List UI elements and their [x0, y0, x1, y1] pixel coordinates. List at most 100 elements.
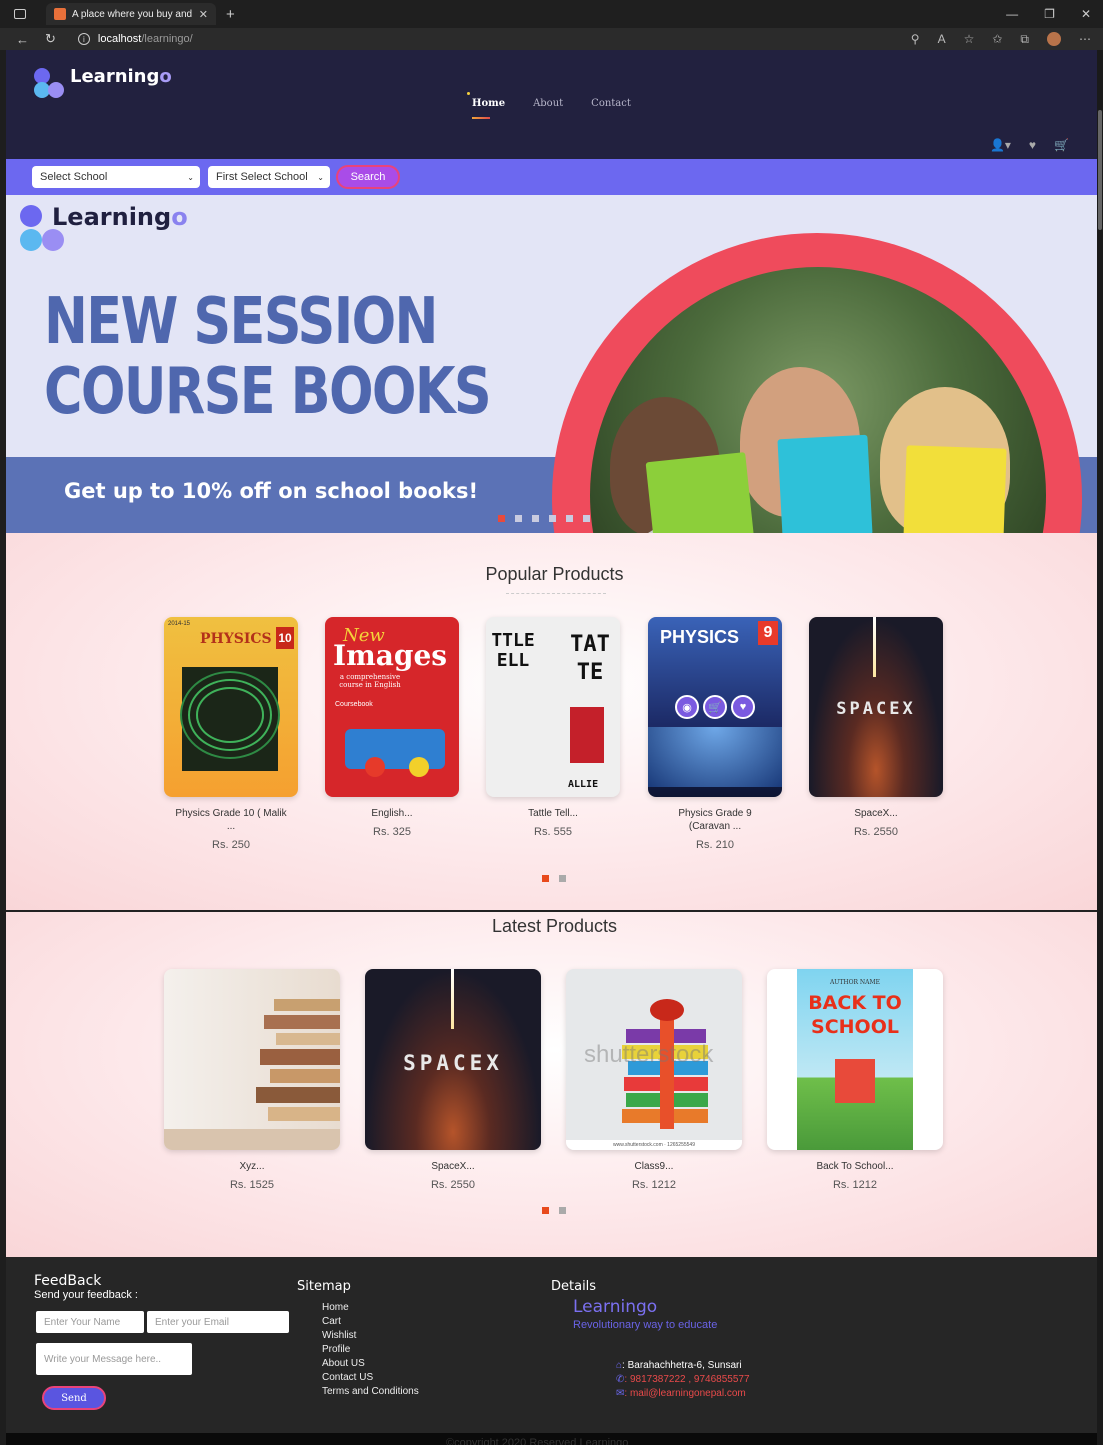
product-card[interactable]: SPACEX SpaceX... Rs. 2550 — [809, 617, 943, 838]
nav-contact[interactable]: Contact — [591, 98, 631, 109]
back-icon[interactable]: ← — [16, 32, 29, 47]
slider-dot[interactable] — [583, 515, 590, 522]
scrollbar-thumb[interactable] — [1098, 110, 1102, 230]
logo-dots-icon — [20, 205, 68, 251]
hero-slider-dots — [498, 515, 590, 522]
address-bar: ← ↻ i localhost/learningo/ ⚲ A ☆ ✩ ⧉ ⋯ — [0, 28, 1103, 50]
hero-promo-text: Get up to 10% off on school books! — [64, 479, 479, 503]
latest-slider-dots — [542, 1207, 566, 1214]
add-to-wishlist-heart-icon[interactable]: ♥ — [731, 695, 755, 719]
latest-products-title: Latest Products — [491, 916, 618, 936]
read-aloud-icon[interactable]: A — [938, 32, 946, 46]
watermark: shutterstock — [584, 1041, 714, 1068]
product-price: Rs. 555 — [534, 826, 572, 838]
cart-icon[interactable]: 🛒 — [1054, 138, 1069, 152]
product-card[interactable]: SPACEX SpaceX... Rs. 2550 — [365, 969, 541, 1191]
new-tab-icon[interactable]: + — [226, 6, 235, 23]
product-name: English... — [371, 808, 413, 819]
page-scrollbar[interactable] — [1097, 50, 1103, 1445]
feedback-email-input[interactable]: Enter your Email — [147, 1311, 289, 1333]
product-image[interactable]: SPACEX — [809, 617, 943, 797]
email-text[interactable]: : mail@learningonepal.com — [624, 1388, 745, 1399]
popular-products-title: Popular Products — [485, 564, 624, 584]
nav-about[interactable]: About — [533, 98, 563, 109]
brand-name-o: o — [159, 66, 172, 87]
slider-dot[interactable] — [549, 515, 556, 522]
product-card[interactable]: shutterstock www.shutterstock.com · 1265… — [566, 969, 742, 1191]
product-image[interactable] — [164, 969, 340, 1150]
sitemap-list: Home Cart Wishlist Profile About US Cont… — [322, 1301, 419, 1399]
slider-dot[interactable] — [498, 515, 505, 522]
brand-name: Learning — [70, 66, 160, 87]
close-tab-icon[interactable]: ✕ — [199, 8, 208, 21]
more-icon[interactable]: ⋯ — [1079, 32, 1091, 46]
product-image[interactable]: SPACEX — [365, 969, 541, 1150]
feedback-send-button[interactable]: Send — [42, 1386, 106, 1410]
slider-dot[interactable] — [532, 515, 539, 522]
slider-dot[interactable] — [559, 875, 566, 882]
nav-home[interactable]: Home — [466, 92, 505, 119]
minimize-icon[interactable]: — — [1006, 7, 1018, 21]
product-image[interactable]: TTLE ELL TAT TE ALLIE — [486, 617, 620, 797]
class-select[interactable]: First Select School ⌄ — [208, 166, 330, 188]
school-select-value: Select School — [40, 171, 108, 183]
watermark-url: www.shutterstock.com · 1265255549 — [566, 1140, 742, 1150]
sitemap-link-home[interactable]: Home — [322, 1301, 419, 1315]
cover-year: 2014-15 — [168, 621, 191, 627]
product-image[interactable]: New Images a comprehensive course in Eng… — [325, 617, 459, 797]
favorite-star-icon[interactable]: ☆ — [964, 32, 975, 46]
wishlist-heart-icon[interactable]: ♥ — [1029, 138, 1036, 152]
sitemap-link-contact[interactable]: Contact US — [322, 1371, 419, 1385]
product-card[interactable]: 2014-15 PHYSICS 10 Physics Grade 10 ( Ma… — [164, 617, 298, 851]
slider-dot[interactable] — [566, 515, 573, 522]
sitemap-link-cart[interactable]: Cart — [322, 1315, 419, 1329]
product-name: Physics Grade 9 (Caravan ... — [678, 808, 752, 832]
collections-icon[interactable]: ⧉ — [1020, 32, 1029, 47]
slider-dot[interactable] — [559, 1207, 566, 1214]
sitemap-link-profile[interactable]: Profile — [322, 1343, 419, 1357]
school-select[interactable]: Select School ⌄ — [32, 166, 200, 188]
latest-products-section: Latest Products Xyz... Rs. 1525 SPACEX S… — [6, 912, 1103, 1257]
product-price: Rs. 2550 — [430, 1179, 476, 1191]
slider-dot[interactable] — [542, 875, 549, 882]
copyright-text: ©copyright 2020 Reserved Learningo — [446, 1437, 629, 1445]
phone-text[interactable]: : 9817387222 , 9746855577 — [624, 1374, 749, 1385]
hero-banner[interactable]: Learningo NEW SESSION COURSE BOOKS Get u… — [6, 195, 1103, 533]
product-image[interactable]: shutterstock www.shutterstock.com · 1265… — [566, 969, 742, 1150]
restore-icon[interactable]: ❐ — [1044, 7, 1055, 21]
site-logo[interactable]: Learningo — [34, 64, 172, 100]
sitemap-link-terms[interactable]: Terms and Conditions — [322, 1385, 419, 1399]
key-icon[interactable]: ⚲ — [911, 32, 920, 46]
sitemap-link-wishlist[interactable]: Wishlist — [322, 1329, 419, 1343]
product-image[interactable]: AUTHOR NAME BACK TO SCHOOL — [767, 969, 943, 1150]
url-field[interactable]: i localhost/learningo/ — [77, 33, 193, 45]
product-card[interactable]: AUTHOR NAME BACK TO SCHOOL Back To School… — [767, 969, 943, 1191]
cover-title: PHYSICS — [200, 631, 272, 647]
product-image[interactable]: 2014-15 PHYSICS 10 — [164, 617, 298, 797]
quick-view-eye-icon[interactable]: ◉ — [675, 695, 699, 719]
window-menu-icon[interactable] — [14, 9, 26, 19]
page: Learningo Home About Contact 👤▾ ♥ 🛒 Sele… — [6, 50, 1103, 1445]
sitemap-link-about[interactable]: About US — [322, 1357, 419, 1371]
search-button[interactable]: Search — [336, 165, 400, 189]
feedback-name-input[interactable]: Enter Your Name — [36, 1311, 144, 1333]
slider-dot[interactable] — [542, 1207, 549, 1214]
product-image[interactable]: PHYSICS 9 ◉ 🛒 ♥ — [648, 617, 782, 797]
site-info-icon[interactable]: i — [77, 33, 90, 45]
product-card[interactable]: PHYSICS 9 ◉ 🛒 ♥ Physics Grade 9 (Caravan … — [648, 617, 782, 851]
product-card[interactable]: Xyz... Rs. 1525 — [164, 969, 340, 1191]
profile-avatar[interactable] — [1047, 32, 1061, 46]
close-window-icon[interactable]: ✕ — [1081, 7, 1091, 21]
product-name: SpaceX... — [431, 1161, 475, 1172]
refresh-icon[interactable]: ↻ — [45, 31, 56, 47]
browser-tab[interactable]: A place where you buy and learn ✕ — [46, 3, 216, 25]
add-to-cart-icon[interactable]: 🛒 — [703, 695, 727, 719]
product-price: Rs. 250 — [212, 839, 250, 851]
product-card[interactable]: New Images a comprehensive course in Eng… — [325, 617, 459, 838]
user-account-icon[interactable]: 👤▾ — [990, 138, 1011, 152]
slider-dot[interactable] — [515, 515, 522, 522]
favorites-icon[interactable]: ✩ — [992, 32, 1002, 46]
feedback-message-input[interactable]: Write your Message here.. — [36, 1343, 192, 1375]
feedback-title: FeedBack — [34, 1273, 102, 1289]
product-card[interactable]: TTLE ELL TAT TE ALLIE Tattle Tell... Rs.… — [486, 617, 620, 838]
